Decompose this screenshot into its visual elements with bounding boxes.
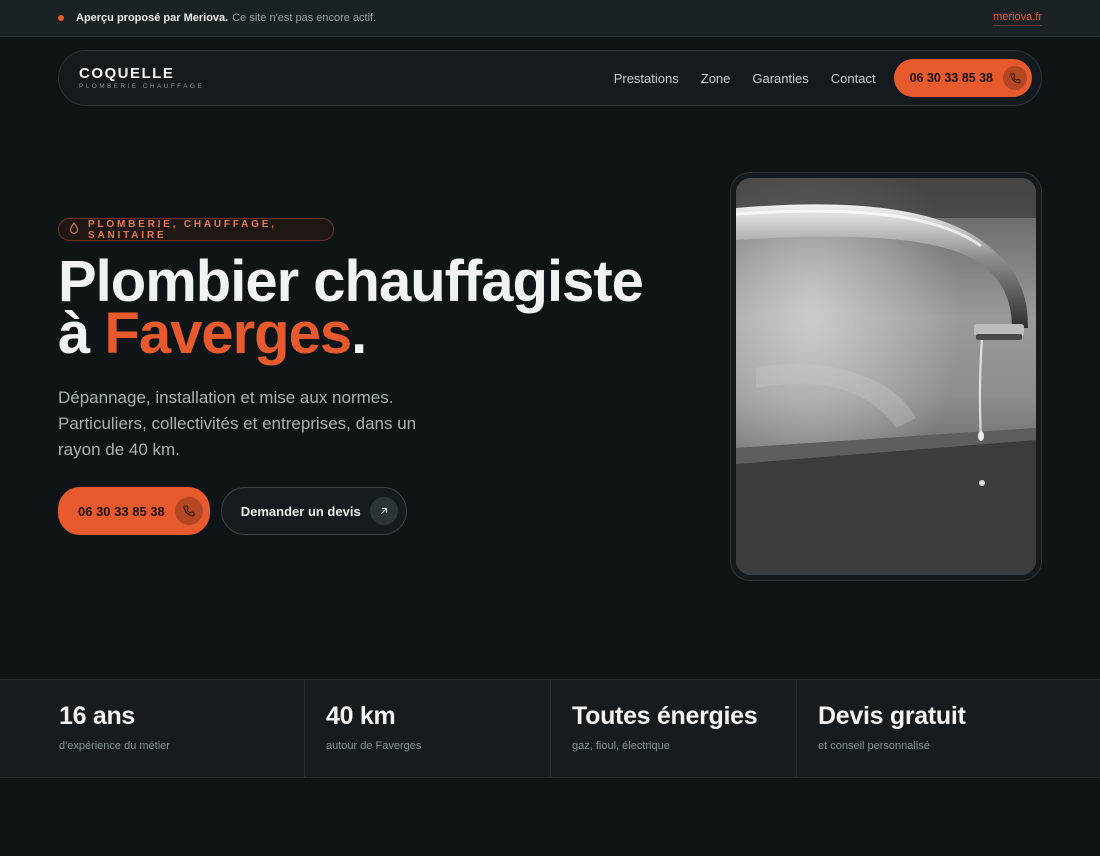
arrow-up-right-icon [369,497,398,525]
stat-value: Devis gratuit [818,702,966,730]
nav-links: Prestations Zone Garanties Contact [614,71,876,86]
request-quote-label: Demander un devis [240,503,361,519]
brand-tagline: PLOMBERIE CHAUFFAGE [79,82,205,90]
hero-phone-button[interactable]: 06 30 33 85 38 [58,487,210,535]
nav-phone-button[interactable]: 06 30 33 85 38 [893,59,1032,97]
nav-phone-label: 06 30 33 85 38 [909,71,993,85]
phone-icon [174,497,203,525]
hero-phone-label: 06 30 33 85 38 [78,503,165,519]
nav-link-contact[interactable]: Contact [831,71,876,86]
notice-bold-text: Aperçu proposé par Meriova. [76,12,229,24]
hero-title-period: . [351,301,367,366]
stat-label: d'expérience du métier [59,740,170,752]
stat-value: 40 km [326,702,396,730]
brand-name: COQUELLE [79,64,175,82]
preview-notice-bar: Aperçu proposé par Meriova. Ce site n'es… [0,0,1100,37]
hero-cta-row: 06 30 33 85 38 Demander un devis [58,487,407,535]
status-dot-icon [58,15,64,21]
meriova-link[interactable]: meriova.fr [993,11,1042,26]
dripping-faucet-photo [736,178,1036,575]
services-badge-label: PLOMBERIE, CHAUFFAGE, SANITAIRE [88,218,277,241]
request-quote-button[interactable]: Demander un devis [220,487,407,535]
key-figures-bar: 16 ans d'expérience du métier 40 km auto… [0,679,1100,778]
notice-text: Ce site n'est pas encore actif. [232,12,377,24]
stat-label: autour de Faverges [326,740,422,752]
stat-radius: 40 km autour de Faverges [305,680,551,777]
phone-icon [1003,66,1027,90]
stat-energies: Toutes énergies gaz, fioul, électrique [551,680,797,777]
hero-description: Dépannage, installation et mise aux norm… [58,388,417,459]
services-badge: PLOMBERIE, CHAUFFAGE, SANITAIRE [58,218,334,241]
stat-experience: 16 ans d'expérience du métier [0,680,305,777]
nav-link-zone[interactable]: Zone [701,71,731,86]
stat-free-quote: Devis gratuit et conseil personnalisé [797,680,1100,777]
stat-value: 16 ans [59,702,136,730]
hero-photo-frame [730,172,1042,581]
stat-label: gaz, fioul, électrique [572,740,670,752]
nav-link-prestations[interactable]: Prestations [614,71,679,86]
hero-title-prefix: à [58,301,90,366]
hero-title: Plombier chauffagiste à Faverges. [58,253,698,363]
brand-logo[interactable]: COQUELLE PLOMBERIE CHAUFFAGE [79,64,205,90]
main-navigation: COQUELLE PLOMBERIE CHAUFFAGE Prestations… [58,50,1042,106]
water-drop-icon [69,222,88,237]
nav-link-garanties[interactable]: Garanties [752,71,808,86]
stat-label: et conseil personnalisé [818,740,930,752]
stat-value: Toutes énergies [572,702,758,730]
hero-title-city: Faverges [104,301,352,366]
